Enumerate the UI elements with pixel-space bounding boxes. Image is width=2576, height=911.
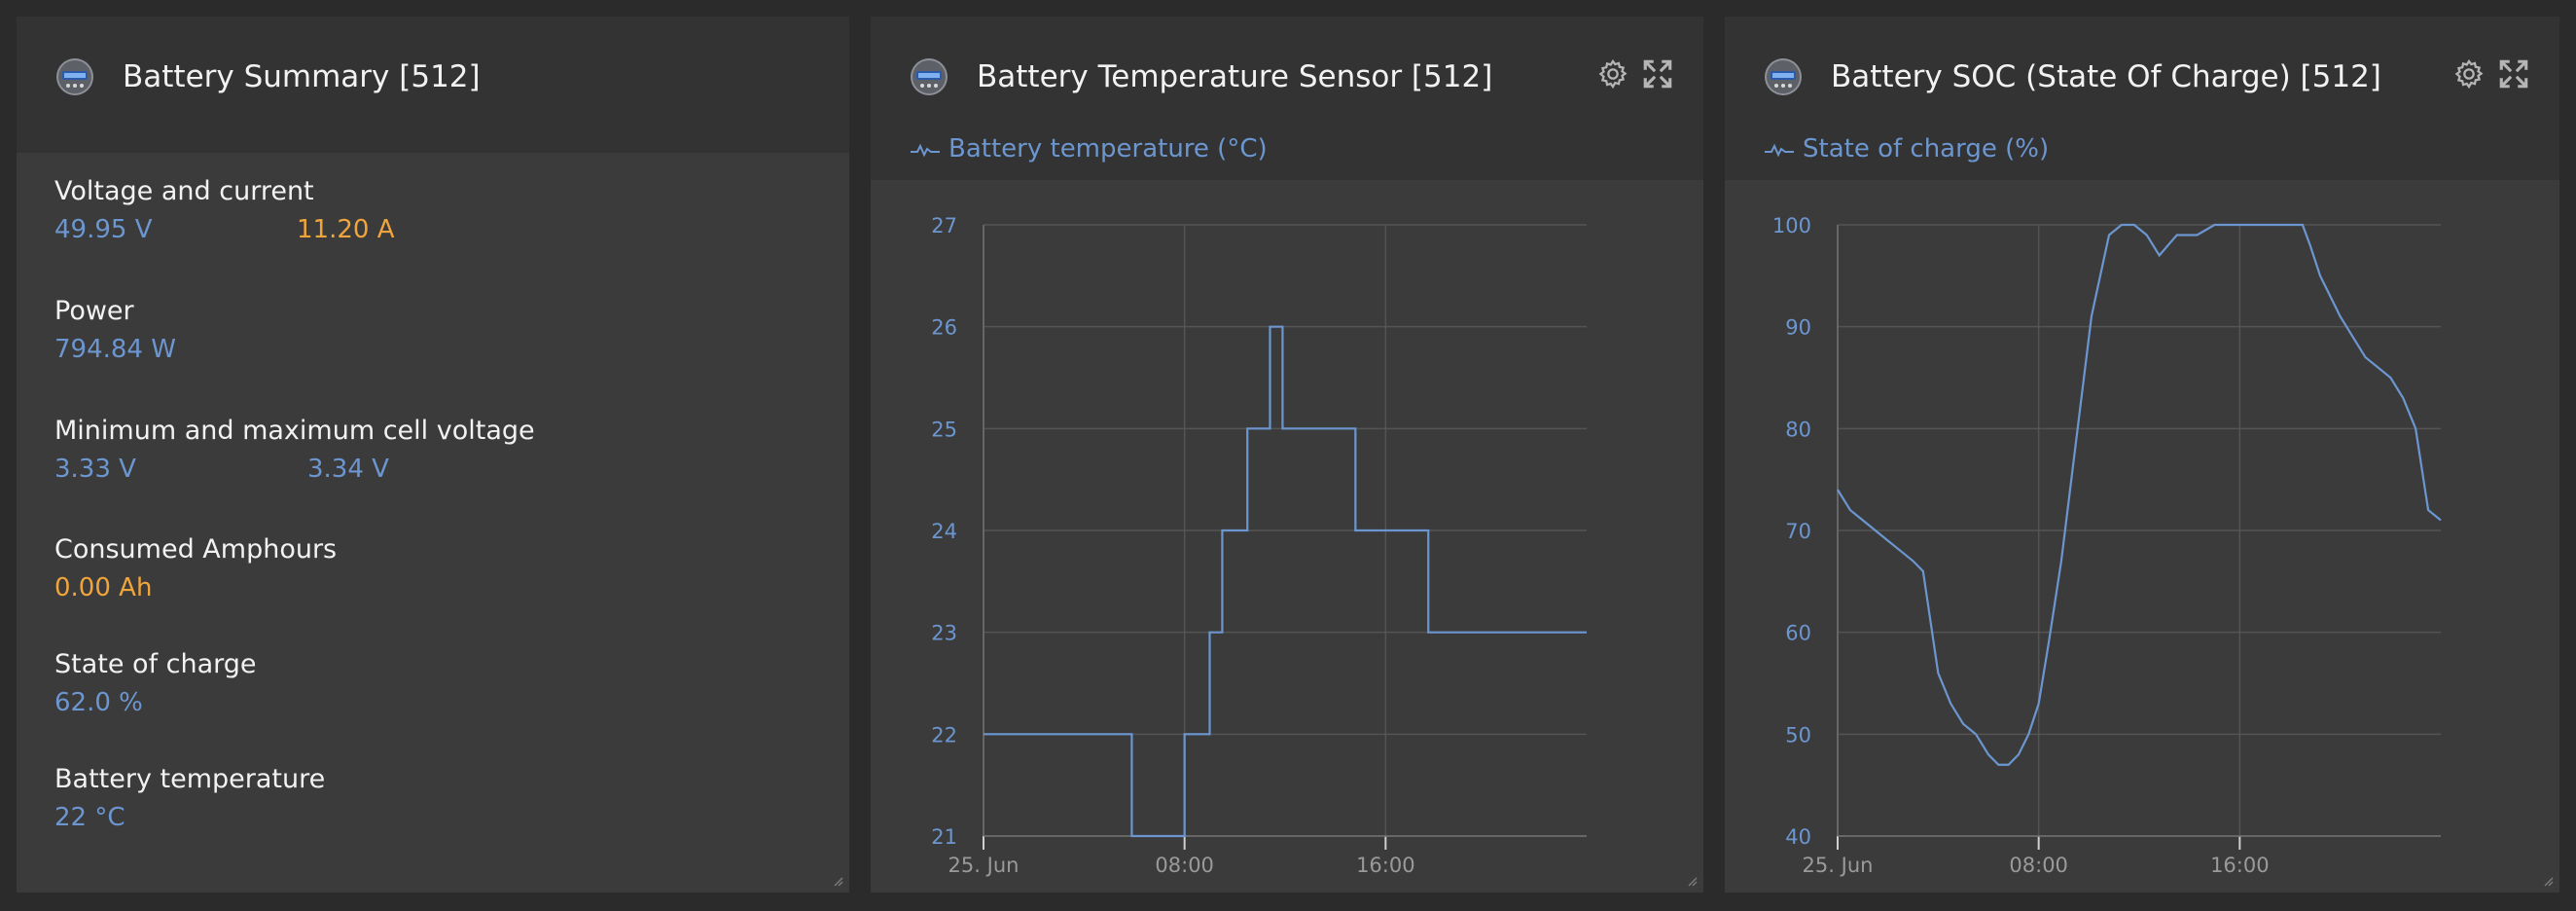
y-tick-label: 50 [1785, 723, 1811, 747]
power-field: Power 794.84 W [54, 292, 176, 368]
field-label: Power [54, 296, 134, 326]
current-value: 11.20 A [297, 215, 395, 244]
y-tick-label: 21 [931, 825, 957, 849]
panel-title: Battery Temperature Sensor [512] [977, 59, 1493, 94]
power-value: 794.84 W [54, 335, 176, 364]
series-line [1837, 223, 2442, 766]
legend-label: State of charge (%) [1803, 134, 2050, 164]
field-label: State of charge [54, 649, 257, 679]
y-tick-label: 25 [931, 418, 957, 441]
y-tick-label: 100 [1772, 214, 1811, 237]
y-tick-label: 26 [931, 316, 957, 340]
state-of-charge-value: 62.0 % [54, 688, 143, 717]
panel-title: Battery SOC (State Of Charge) [512] [1831, 59, 2381, 94]
battery-device-icon [56, 58, 93, 95]
panel-header: Battery Summary [512] [17, 17, 849, 153]
cell-voltage-field: Minimum and maximum cell voltage 3.33 V … [54, 412, 535, 488]
consumed-amphours-value: 0.00 Ah [54, 573, 153, 602]
panel-title: Battery Summary [512] [123, 59, 481, 94]
gear-icon[interactable] [2452, 57, 2486, 91]
line-series-icon [1765, 143, 1794, 157]
gear-icon[interactable] [1596, 57, 1629, 91]
battery-summary-panel: Battery Summary [512] Voltage and curren… [17, 17, 849, 893]
battery-device-icon [911, 58, 948, 95]
consumed-amphours-field: Consumed Amphours 0.00 Ah [54, 530, 337, 606]
y-tick-label: 70 [1785, 520, 1811, 543]
y-tick-label: 80 [1785, 418, 1811, 441]
x-tick-label: 08:00 [1155, 854, 1214, 877]
voltage-value: 49.95 V [54, 215, 153, 244]
resize-grip-icon[interactable] [832, 875, 843, 887]
chart-legend[interactable]: Battery temperature (°C) [910, 131, 1268, 166]
resize-grip-icon[interactable] [2542, 875, 2554, 887]
y-tick-label: 40 [1785, 825, 1811, 849]
y-tick-label: 22 [931, 723, 957, 747]
min-cell-voltage-value: 3.33 V [54, 455, 136, 484]
series-line [984, 325, 1587, 838]
x-tick-label: 25. Jun [948, 854, 1020, 877]
battery-temperature-value: 22 °C [54, 803, 125, 832]
chart-grid [1837, 224, 2441, 837]
x-tick-label: 16:00 [1356, 854, 1415, 877]
chart-grid [983, 224, 1587, 837]
state-of-charge-field: State of charge 62.0 % [54, 645, 257, 721]
max-cell-voltage-value: 3.34 V [307, 455, 389, 484]
y-tick-label: 24 [931, 520, 957, 543]
expand-icon[interactable] [1641, 57, 1674, 91]
legend-label: Battery temperature (°C) [948, 134, 1268, 164]
field-label: Consumed Amphours [54, 534, 338, 565]
battery-temperature-field: Battery temperature 22 °C [54, 760, 325, 836]
voltage-current-field: Voltage and current 49.95 V 11.20 A [54, 172, 394, 248]
battery-soc-panel: Battery SOC (State Of Charge) [512] Stat… [1725, 17, 2559, 893]
field-label: Battery temperature [54, 764, 326, 794]
state-of-charge-chart[interactable]: 40 50 60 70 80 90 100 25. Jun 08:00 16:00 [1725, 180, 2559, 893]
expand-icon[interactable] [2497, 57, 2530, 91]
field-label: Voltage and current [54, 176, 314, 206]
chart-legend[interactable]: State of charge (%) [1764, 131, 2049, 166]
y-tick-label: 27 [931, 214, 957, 237]
x-tick-label: 25. Jun [1803, 854, 1874, 877]
y-tick-label: 90 [1785, 316, 1811, 340]
x-tick-label: 16:00 [2210, 854, 2270, 877]
panel-header: Battery SOC (State Of Charge) [512] Stat… [1725, 17, 2559, 180]
field-label: Minimum and maximum cell voltage [54, 416, 535, 446]
y-tick-label: 23 [931, 622, 957, 645]
battery-temperature-panel: Battery Temperature Sensor [512] Battery… [871, 17, 1703, 893]
line-series-icon [911, 143, 940, 157]
temperature-chart[interactable]: 21 22 23 24 25 26 27 25. Jun 08:00 16:00 [871, 180, 1703, 893]
panel-header: Battery Temperature Sensor [512] Battery… [871, 17, 1703, 180]
x-tick-label: 08:00 [2009, 854, 2068, 877]
resize-grip-icon[interactable] [1686, 875, 1698, 887]
battery-device-icon [1765, 58, 1802, 95]
y-tick-label: 60 [1785, 622, 1811, 645]
